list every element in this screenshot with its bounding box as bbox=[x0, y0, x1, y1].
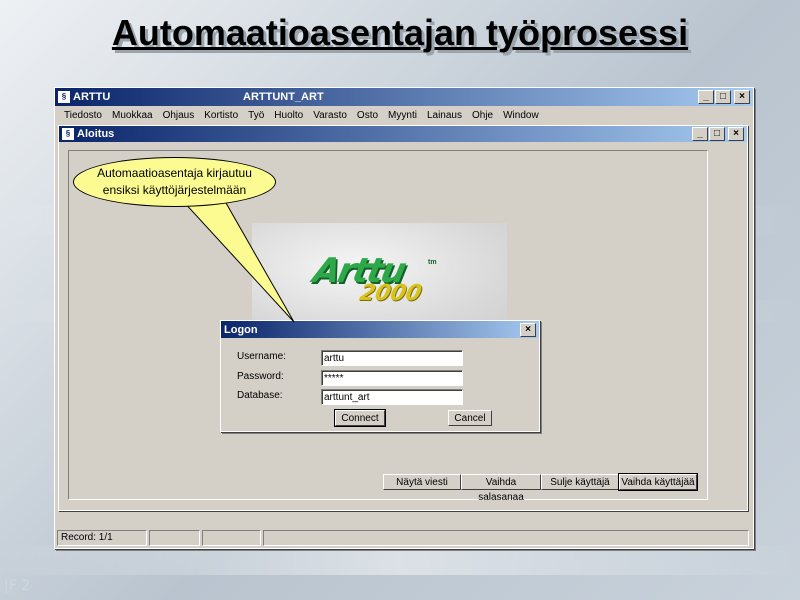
app-window-controls: _ □ × bbox=[698, 90, 750, 104]
logon-dialog: Logon × Username: arttu Password: ***** … bbox=[220, 320, 540, 432]
menu-window[interactable]: Window bbox=[498, 110, 544, 121]
database-label: Database: bbox=[237, 390, 283, 401]
child-close-button[interactable]: × bbox=[728, 127, 744, 141]
menu-ohjaus[interactable]: Ohjaus bbox=[158, 110, 200, 121]
logo-year-text: 2000 bbox=[357, 281, 424, 306]
child-window-controls: _ □ × bbox=[692, 127, 744, 141]
logo-tm-text: tm bbox=[428, 259, 437, 266]
callout-bubble: Automaatioasentaja kirjautuu ensiksi käy… bbox=[73, 157, 276, 207]
status-cell bbox=[149, 530, 201, 546]
corner-mark: |F 2 bbox=[4, 578, 31, 594]
status-cell bbox=[262, 530, 749, 546]
app-titlebar[interactable]: § ARTTU ARTTUNT_ART _ □ × bbox=[55, 88, 753, 106]
change-password-button[interactable]: Vaihda salasanaa bbox=[461, 474, 541, 503]
menu-muokkaa[interactable]: Muokkaa bbox=[107, 110, 158, 121]
callout-line-1: Automaatioasentaja kirjautuu bbox=[97, 166, 252, 180]
child-title: Aloitus bbox=[77, 128, 115, 140]
menu-osto[interactable]: Osto bbox=[352, 110, 383, 121]
maximize-button[interactable]: □ bbox=[715, 90, 731, 104]
menu-ohje[interactable]: Ohje bbox=[467, 110, 498, 121]
callout-line-2: ensiksi käyttöjärjestelmään bbox=[102, 183, 247, 197]
password-label: Password: bbox=[237, 371, 284, 382]
splash-logo: Arttu 2000 tm bbox=[252, 223, 507, 333]
logon-title: Logon bbox=[224, 323, 258, 336]
logon-titlebar[interactable]: Logon × bbox=[221, 321, 539, 338]
show-message-button[interactable]: Näytä viesti bbox=[383, 474, 461, 490]
bottom-button-row: Näytä viesti Vaihda salasanaa Sulje käyt… bbox=[383, 473, 698, 503]
close-user-button[interactable]: Sulje käyttäjä bbox=[541, 474, 619, 490]
menu-tiedosto[interactable]: Tiedosto bbox=[59, 110, 107, 121]
child-minimize-button[interactable]: _ bbox=[692, 127, 708, 141]
app-title: ARTTU bbox=[73, 91, 111, 103]
change-user-button[interactable]: Vaihda käyttäjää bbox=[618, 473, 698, 491]
logon-window-controls: × bbox=[520, 323, 536, 337]
username-field[interactable]: arttu bbox=[321, 350, 463, 366]
cancel-button[interactable]: Cancel bbox=[448, 410, 492, 426]
menu-myynti[interactable]: Myynti bbox=[383, 110, 422, 121]
menu-varasto[interactable]: Varasto bbox=[308, 110, 352, 121]
database-field[interactable]: arttunt_art bbox=[321, 389, 463, 405]
child-icon: § bbox=[62, 128, 74, 140]
child-titlebar[interactable]: § Aloitus _ □ × bbox=[59, 126, 747, 142]
app-icon: § bbox=[58, 91, 70, 103]
menu-lainaus[interactable]: Lainaus bbox=[422, 110, 467, 121]
close-button[interactable]: × bbox=[734, 90, 750, 104]
logon-close-button[interactable]: × bbox=[520, 323, 536, 337]
connect-button[interactable]: Connect bbox=[334, 409, 386, 427]
statusbar: Record: 1/1 bbox=[57, 530, 749, 546]
slide-title: Automaatioasentajan työprosessi bbox=[111, 12, 689, 53]
password-field[interactable]: ***** bbox=[321, 370, 463, 386]
menubar: Tiedosto Muokkaa Ohjaus Kortisto Työ Huo… bbox=[55, 106, 753, 124]
app-database-title: ARTTUNT_ART bbox=[243, 91, 324, 103]
status-cell bbox=[202, 530, 261, 546]
menu-tyo[interactable]: Työ bbox=[243, 110, 269, 121]
menu-huolto[interactable]: Huolto bbox=[269, 110, 308, 121]
minimize-button[interactable]: _ bbox=[698, 90, 714, 104]
child-maximize-button[interactable]: □ bbox=[709, 127, 725, 141]
menu-kortisto[interactable]: Kortisto bbox=[199, 110, 243, 121]
record-indicator: Record: 1/1 bbox=[57, 530, 148, 546]
username-label: Username: bbox=[237, 351, 286, 362]
background-band bbox=[0, 545, 800, 575]
